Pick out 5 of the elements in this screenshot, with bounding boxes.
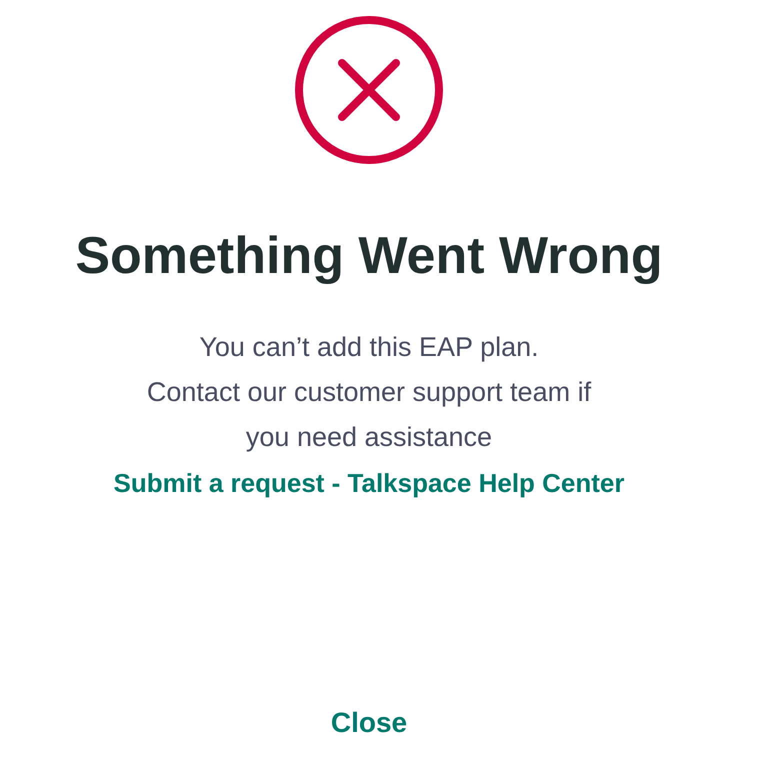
dialog-title: Something Went Wrong xyxy=(75,226,663,287)
error-message: You can’t add this EAP plan. Contact our customer support team if you need assistance xyxy=(146,331,592,454)
close-button[interactable]: Close xyxy=(320,703,418,743)
help-center-link[interactable]: Submit a request - Talkspace Help Center xyxy=(114,463,624,503)
error-icon xyxy=(294,15,444,165)
